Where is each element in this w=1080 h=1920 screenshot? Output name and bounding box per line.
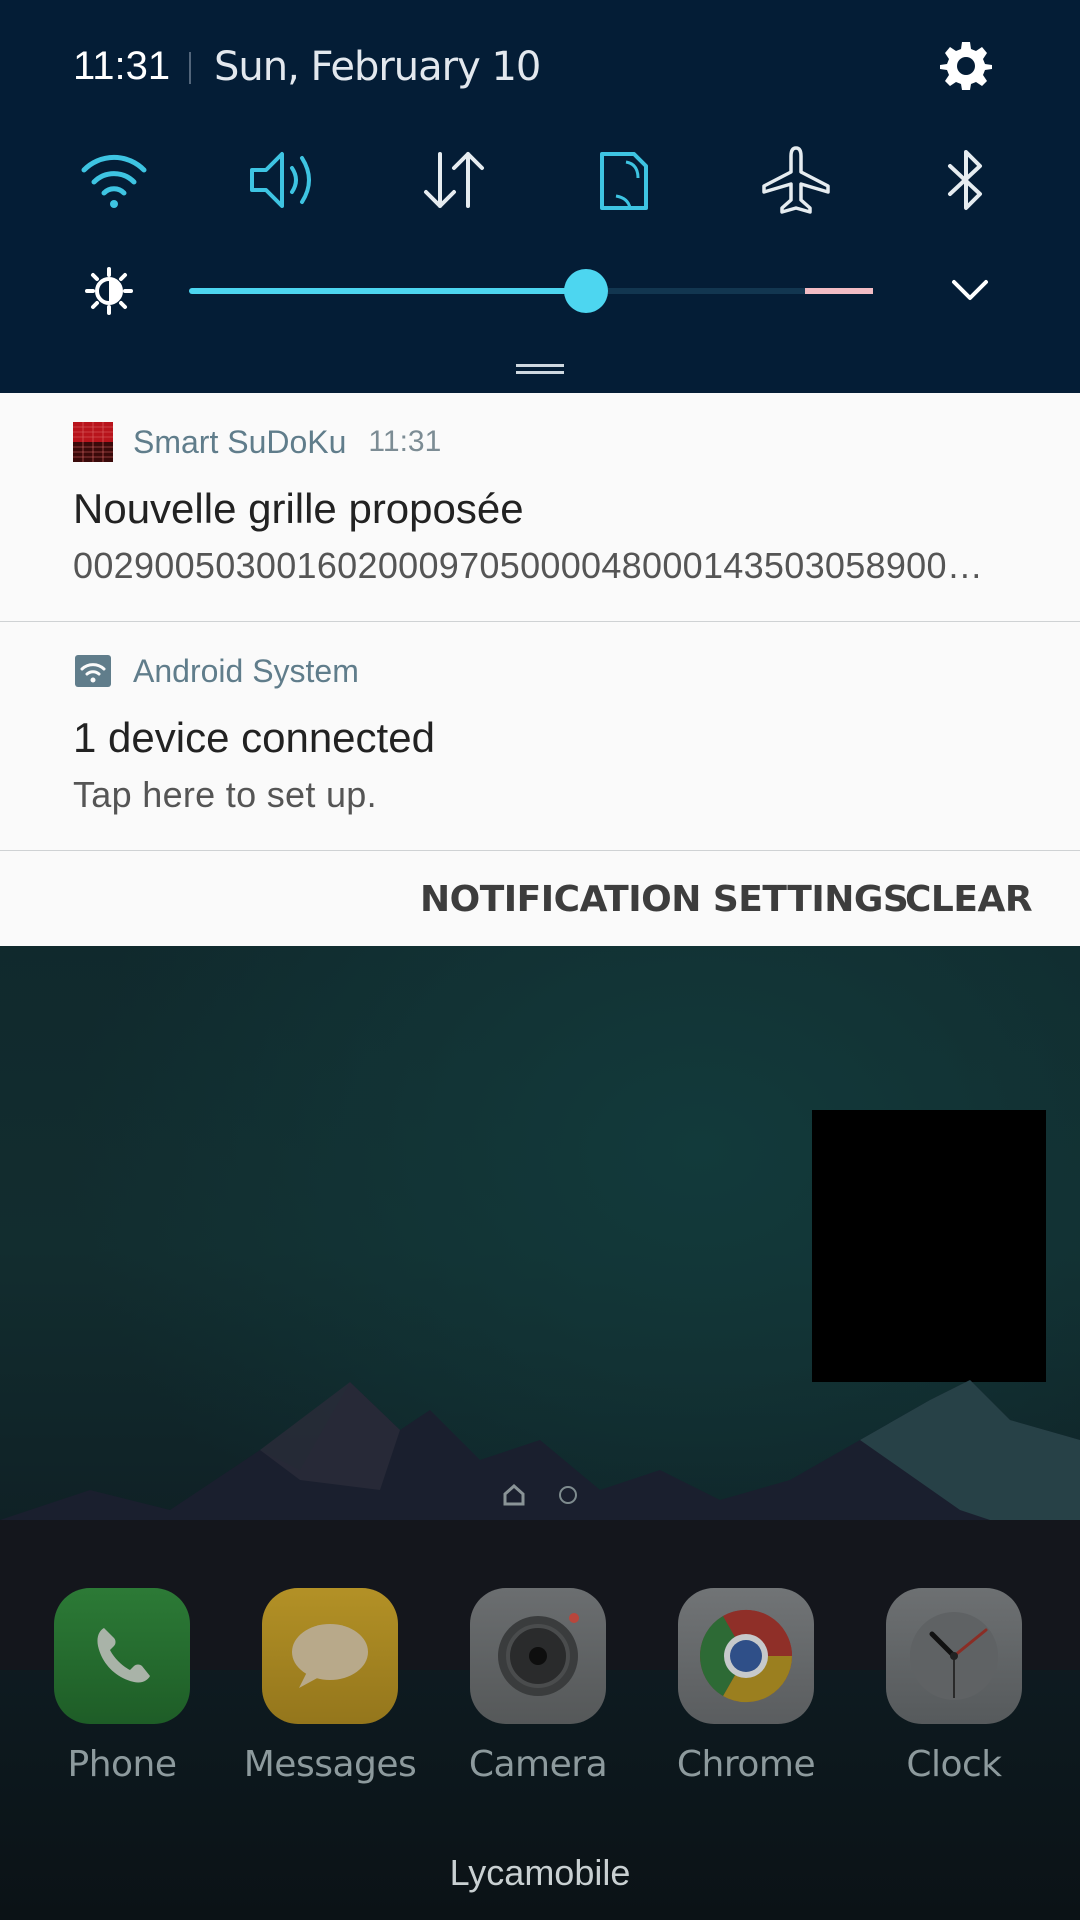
camera-icon-glyph <box>498 1613 579 1696</box>
wifi-hotspot-icon <box>75 655 111 687</box>
carrier-label: Lycamobile <box>449 1852 631 1893</box>
app-label: Clock <box>906 1744 1002 1785</box>
app-label: Camera <box>468 1744 608 1785</box>
date-label: Sun, February 10 <box>214 44 541 90</box>
brightness-slider-thumb[interactable] <box>563 269 608 313</box>
chrome-icon-glyph <box>699 1609 793 1703</box>
chevron-down-icon[interactable] <box>950 274 990 304</box>
page-indicator <box>0 1483 1080 1507</box>
notification-title: Nouvelle grille proposée <box>73 485 524 532</box>
notification-text: 0029005030016020009705000048000143503058… <box>73 545 1003 586</box>
clock-icon-glyph <box>910 1612 998 1700</box>
sound-toggle[interactable] <box>248 144 320 216</box>
app-label: Chrome <box>676 1744 816 1785</box>
brightness-icon <box>85 267 133 315</box>
settings-gear-icon[interactable] <box>938 38 994 94</box>
auto-rotate-toggle[interactable] <box>588 144 660 216</box>
camera-icon[interactable] <box>470 1588 606 1724</box>
app-label: Phone <box>67 1744 177 1785</box>
app-label: Messages <box>243 1744 417 1785</box>
notification-actions-bar: NOTIFICATION SETTINGS CLEAR <box>0 851 1080 946</box>
notification-time: 11:31 <box>368 425 442 458</box>
redacted-widget <box>812 1110 1046 1382</box>
brightness-high-zone <box>805 288 873 294</box>
app-camera[interactable]: Camera <box>453 1588 623 1785</box>
app-dock: Phone Messages Camera Chrome Clock <box>0 1588 1080 1788</box>
app-messages[interactable]: Messages <box>243 1588 417 1785</box>
notification-app-name: Smart SuDoKu <box>133 423 347 460</box>
phone-icon-glyph <box>97 1628 150 1683</box>
quick-toggles <box>0 144 1080 216</box>
notification-sudoku[interactable]: Smart SuDoKu 11:31 Nouvelle grille propo… <box>0 393 1080 622</box>
brightness-slider[interactable] <box>189 269 873 313</box>
bluetooth-icon <box>948 150 982 210</box>
app-chrome[interactable]: Chrome <box>661 1588 831 1785</box>
mobile-data-toggle[interactable] <box>418 144 490 216</box>
phone-icon[interactable] <box>54 1588 190 1724</box>
airplane-mode-toggle[interactable] <box>760 144 832 216</box>
airplane-icon <box>762 146 830 214</box>
brightness-slider-fill <box>189 288 586 294</box>
app-clock[interactable]: Clock <box>869 1588 1039 1785</box>
app-phone[interactable]: Phone <box>37 1588 207 1785</box>
notification-settings-button[interactable]: NOTIFICATION SETTINGS <box>420 879 909 920</box>
notification-title: 1 device connected <box>73 714 435 761</box>
notification-app-name: Android System <box>133 652 359 689</box>
messages-icon-glyph <box>292 1624 368 1688</box>
panel-drag-handle[interactable] <box>516 364 564 376</box>
home-page-icon <box>503 1484 525 1506</box>
notification-android-system[interactable]: Android System 1 device connected Tap he… <box>0 622 1080 851</box>
clock-time: 11:31 <box>73 44 171 88</box>
notification-header: Android System <box>73 650 381 692</box>
quick-settings-panel: 11:31 Sun, February 10 <box>0 0 1080 393</box>
sudoku-app-icon <box>73 422 113 462</box>
page-dot[interactable] <box>559 1486 577 1504</box>
wifi-icon <box>81 154 147 208</box>
volume-icon <box>250 152 311 208</box>
messages-icon[interactable] <box>262 1588 398 1724</box>
time-date-divider <box>189 52 191 84</box>
clock-icon[interactable] <box>886 1588 1022 1724</box>
rotate-icon <box>600 152 648 210</box>
bluetooth-toggle[interactable] <box>930 144 1002 216</box>
data-transfer-icon <box>424 152 484 208</box>
clear-button[interactable]: CLEAR <box>905 879 1033 920</box>
chrome-icon[interactable] <box>678 1588 814 1724</box>
wifi-toggle[interactable] <box>78 144 150 216</box>
notification-header: Smart SuDoKu 11:31 <box>73 421 441 463</box>
notification-text: Tap here to set up. <box>73 774 377 815</box>
